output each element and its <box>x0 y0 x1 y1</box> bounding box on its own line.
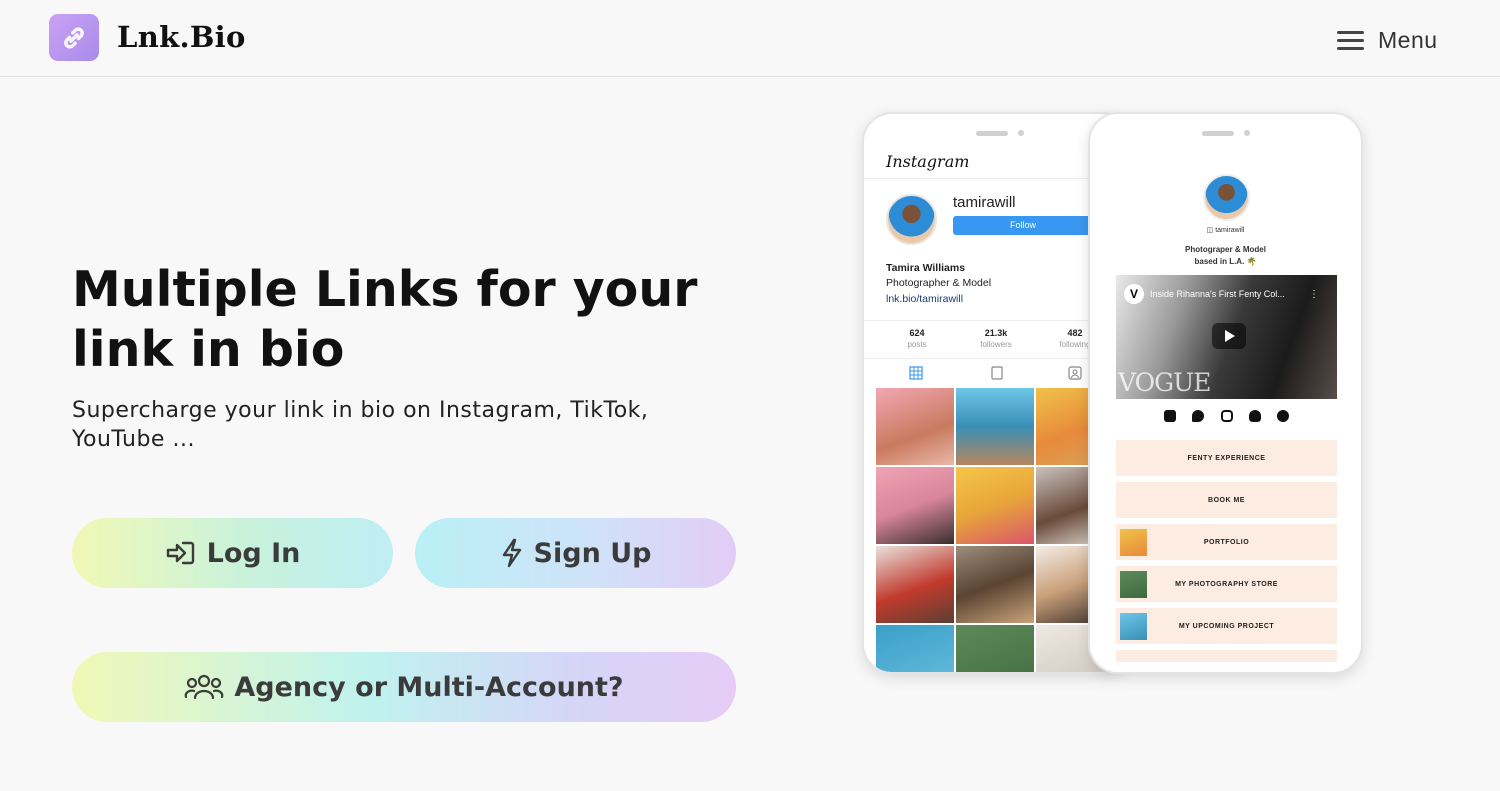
camera-dot <box>1244 130 1250 136</box>
more-vertical-icon[interactable]: ⋮ <box>1309 289 1319 300</box>
link-thumbnail <box>1120 529 1147 556</box>
link-label: MY UPCOMING PROJECT <box>1178 622 1275 630</box>
embedded-video[interactable]: V Inside Rihanna's First Fenty Col... ⋮ … <box>1116 275 1337 399</box>
twitter-icon[interactable] <box>1192 410 1205 422</box>
stat-label: posts <box>907 340 927 349</box>
link-thumbnail <box>1120 613 1147 640</box>
brand-name[interactable]: Lnk.Bio <box>117 20 246 54</box>
ig-bio: Photographer & Model <box>886 277 992 289</box>
menu-label: Menu <box>1378 26 1438 53</box>
instagram-icon[interactable] <box>1220 410 1233 422</box>
link-thumbnail <box>1120 571 1147 598</box>
vogue-channel-icon: V <box>1124 284 1144 304</box>
login-button[interactable]: Log In <box>72 518 393 588</box>
link-button-book-me[interactable]: BOOK ME <box>1116 482 1337 518</box>
stat-value: 21.3k <box>984 328 1008 338</box>
photo-thumbnail[interactable] <box>876 546 954 623</box>
menu-button[interactable]: Menu <box>1337 22 1438 58</box>
link-icon <box>64 27 84 49</box>
lnkbio-handle-text: tamirawill <box>1215 227 1245 234</box>
social-icons-row <box>1164 410 1289 422</box>
photo-thumbnail[interactable] <box>956 388 1034 465</box>
users-icon <box>185 674 224 700</box>
camera-dot <box>1018 130 1024 136</box>
lnkbio-phone-mockup: ◫ tamirawill Photograper & Model based i… <box>1088 112 1363 674</box>
photo-thumbnail[interactable] <box>956 546 1034 623</box>
stat-value: 624 <box>909 328 925 338</box>
link-label: PORTFOLIO <box>1203 538 1250 546</box>
top-navbar: Lnk.Bio Menu <box>0 0 1500 77</box>
link-button-fenty[interactable]: FENTY EXPERIENCE <box>1116 440 1337 476</box>
tiktok-icon[interactable] <box>1164 410 1176 422</box>
profile-avatar <box>886 194 937 245</box>
speaker-notch <box>1202 131 1234 136</box>
video-title: Inside Rihanna's First Fenty Col... <box>1150 289 1285 299</box>
bio-line: Photograper & Model <box>1185 245 1266 254</box>
patreon-icon[interactable] <box>1277 410 1289 422</box>
stat-followers: 21.3k followers <box>956 328 1036 349</box>
photo-thumbnail[interactable] <box>876 467 954 544</box>
photo-thumbnail[interactable] <box>956 467 1034 544</box>
agency-label: Agency or Multi-Account? <box>234 671 624 703</box>
tagged-icon[interactable] <box>1068 366 1082 380</box>
photo-grid <box>876 388 1116 672</box>
speaker-notch <box>976 131 1008 136</box>
photo-thumbnail[interactable] <box>876 625 954 672</box>
signup-button[interactable]: Sign Up <box>415 518 736 588</box>
ig-username: tamirawill <box>953 194 1016 211</box>
logo[interactable] <box>49 14 99 61</box>
login-label: Log In <box>206 537 301 569</box>
hamburger-icon <box>1337 26 1364 55</box>
snapchat-icon[interactable] <box>1248 410 1261 422</box>
ig-bio-link[interactable]: lnk.bio/tamirawill <box>886 293 963 305</box>
link-button-photography-store[interactable]: MY PHOTOGRAPHY STORE <box>1116 566 1337 602</box>
play-icon[interactable] <box>1212 323 1246 349</box>
hero-subtitle: Supercharge your link in bio on Instagra… <box>72 398 649 452</box>
video-watermark: VOGUE <box>1118 368 1211 397</box>
sign-in-icon <box>166 541 194 565</box>
feed-icon[interactable] <box>990 366 1004 380</box>
lnkbio-handle: ◫ tamirawill <box>1090 226 1361 234</box>
link-button-partial[interactable] <box>1116 650 1337 662</box>
photo-thumbnail[interactable] <box>876 388 954 465</box>
bio-line: based in L.A. 🌴 <box>1194 257 1257 266</box>
lnkbio-bio: Photograper & Model based in L.A. 🌴 <box>1090 244 1361 268</box>
hero-title: Multiple Links for your link in bio <box>72 261 698 378</box>
grid-icon[interactable] <box>909 366 923 380</box>
ig-display-name: Tamira Williams <box>886 262 966 274</box>
stat-posts: 624 posts <box>877 328 957 349</box>
instagram-small-icon: ◫ <box>1206 227 1214 234</box>
follow-button[interactable]: Follow <box>953 216 1093 235</box>
link-button-portfolio[interactable]: PORTFOLIO <box>1116 524 1337 560</box>
link-label: MY PHOTOGRAPHY STORE <box>1175 580 1278 588</box>
stat-label: followers <box>980 340 1012 349</box>
agency-button[interactable]: Agency or Multi-Account? <box>72 652 736 722</box>
profile-avatar <box>1203 174 1250 221</box>
instagram-logo: Instagram <box>886 152 970 171</box>
photo-thumbnail[interactable] <box>956 625 1034 672</box>
link-button-upcoming-project[interactable]: MY UPCOMING PROJECT <box>1116 608 1337 644</box>
bolt-icon <box>502 538 521 568</box>
signup-label: Sign Up <box>533 537 652 569</box>
